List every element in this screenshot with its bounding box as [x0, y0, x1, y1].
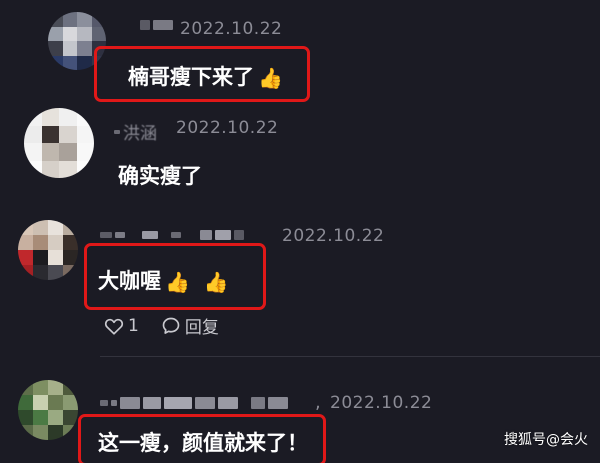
- separator: ,: [315, 392, 321, 413]
- username-blurred[interactable]: [140, 20, 173, 30]
- reply-button[interactable]: 回复: [161, 313, 219, 338]
- highlight-box: [84, 243, 266, 310]
- comment-date: 2022.10.22: [176, 118, 279, 138]
- comment-section: 2022.10.22 楠哥瘦下来了 👍 洪涵 2022.10.22 确实瘦了 20…: [0, 0, 600, 463]
- username-blurred[interactable]: [100, 397, 288, 409]
- speech-bubble-icon: [162, 317, 180, 334]
- avatar[interactable]: [24, 108, 94, 178]
- comment-date: 2022.10.22: [330, 393, 433, 413]
- divider: [100, 356, 600, 357]
- watermark: 搜狐号@会火: [504, 432, 588, 448]
- comment-actions: 1 回复: [104, 313, 219, 338]
- like-button[interactable]: 1: [104, 316, 139, 336]
- comment-date: 2022.10.22: [282, 226, 385, 246]
- highlight-box: [78, 414, 326, 463]
- username-blurred[interactable]: 洪涵: [114, 119, 157, 144]
- comment-date: 2022.10.22: [180, 19, 283, 39]
- highlight-box: [94, 46, 310, 102]
- like-count: 1: [128, 315, 139, 336]
- avatar[interactable]: [18, 220, 78, 280]
- comment-text: 确实瘦了: [118, 164, 202, 188]
- reply-label: 回复: [184, 318, 219, 338]
- heart-outline-icon: [104, 318, 124, 335]
- username-blurred[interactable]: [100, 230, 244, 240]
- avatar[interactable]: [18, 380, 78, 440]
- username-partial: 洪涵: [123, 124, 157, 144]
